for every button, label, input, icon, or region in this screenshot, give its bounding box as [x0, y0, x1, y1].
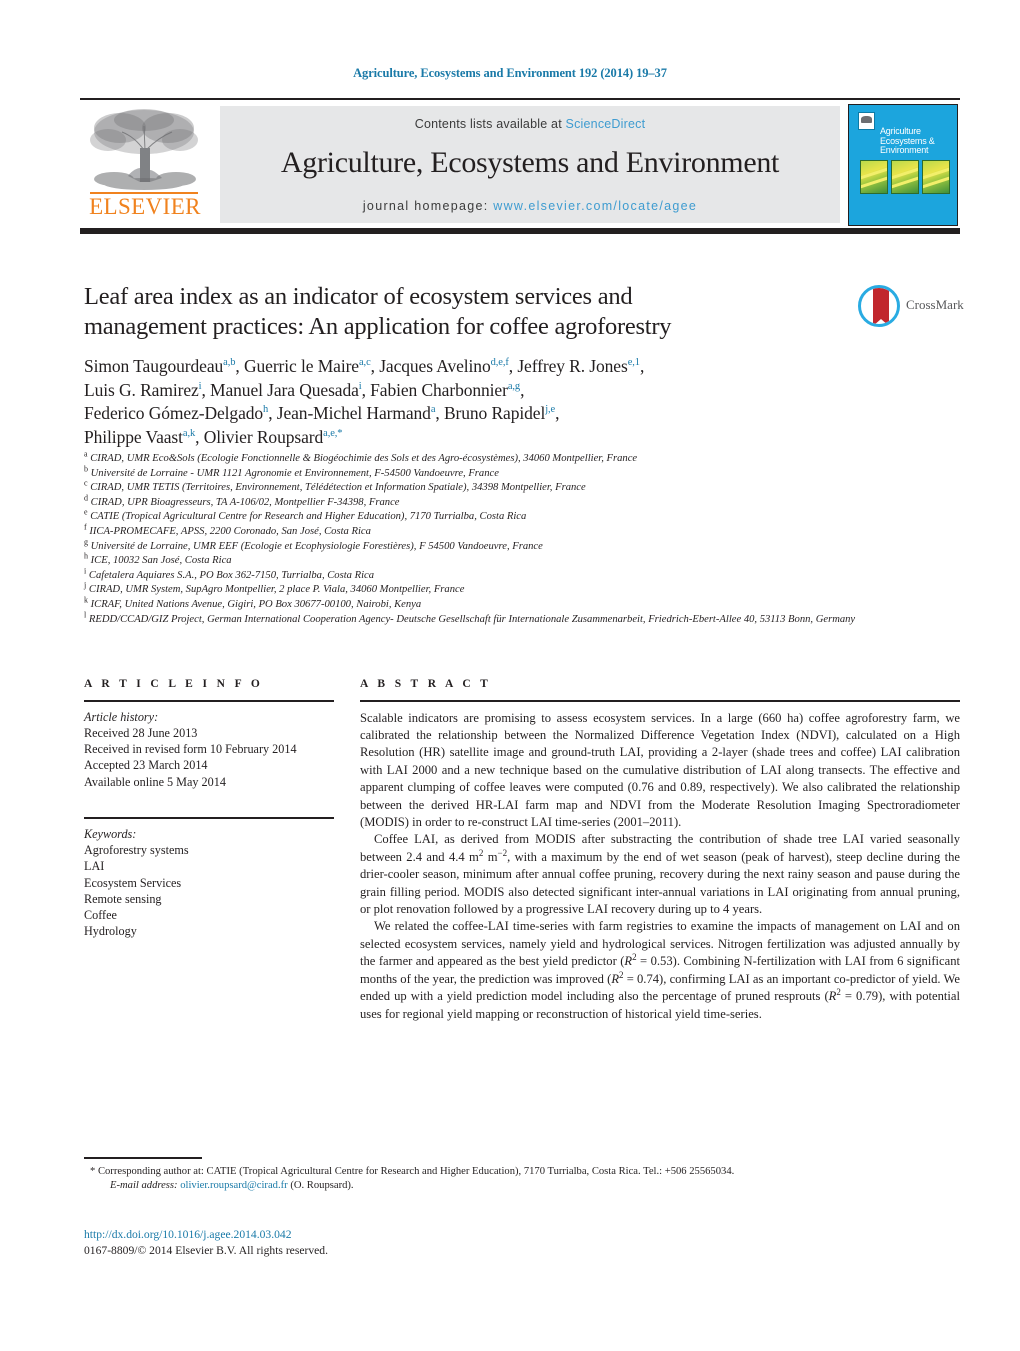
- affiliation-item: f IICA-PROMECAFE, APSS, 2200 Coronado, S…: [84, 522, 371, 537]
- affiliation-item: d CIRAD, UPR Bioagresseurs, TA A-106/02,…: [84, 493, 400, 508]
- author-line: Luis G. Ramirezi, Manuel Jara Quesadai, …: [84, 379, 525, 400]
- title-block: Leaf area index as an indicator of ecosy…: [84, 282, 804, 449]
- history-item: Received in revised form 10 February 201…: [84, 742, 297, 757]
- article-info-rule-top: [84, 700, 334, 702]
- crossmark-badge[interactable]: CrossMark: [858, 283, 964, 329]
- abstract-body: Scalable indicators are promising to ass…: [360, 710, 960, 1023]
- affiliation-item: c CIRAD, UMR TETIS (Territoires, Environ…: [84, 478, 586, 494]
- journal-title: Agriculture, Ecosystems and Environment: [280, 146, 780, 179]
- email-address-label: E-mail address:: [110, 1180, 178, 1192]
- article-info-rule-mid: [84, 817, 334, 819]
- sciencedirect-link[interactable]: ScienceDirect: [566, 117, 646, 131]
- keywords-block: Keywords: Agroforestry systems LAI Ecosy…: [84, 826, 334, 940]
- author-line: Simon Taugourdeaua,b, Guerric le Mairea,…: [84, 356, 645, 376]
- journal-banner: Contents lists available at ScienceDirec…: [220, 106, 840, 223]
- contents-prefix: Contents lists available at: [414, 117, 566, 131]
- article-history-block: Article history: Received 28 June 2013 R…: [84, 709, 334, 790]
- copyright-line: 0167-8809/© 2014 Elsevier B.V. All right…: [84, 1244, 328, 1257]
- article-history-label: Article history:: [84, 709, 159, 724]
- affiliation-item: b Université de Lorraine - UMR 1121 Agro…: [84, 464, 499, 479]
- elsevier-wordmark: ELSEVIER: [89, 194, 201, 219]
- doi-block: http://dx.doi.org/10.1016/j.agee.2014.03…: [84, 1227, 328, 1259]
- journal-homepage-link[interactable]: www.elsevier.com/locate/agee: [493, 199, 697, 213]
- journal-cover-thumbnail: Agriculture Ecosystems & Environment: [848, 104, 958, 226]
- keywords-label: Keywords:: [84, 826, 137, 841]
- elsevier-logo: ELSEVIER: [82, 106, 208, 224]
- journal-homepage-line: journal homepage: www.elsevier.com/locat…: [220, 199, 840, 213]
- masthead-bottom-rule: [80, 228, 960, 234]
- keyword-item: LAI: [84, 859, 105, 874]
- abstract-paragraph: Scalable indicators are promising to ass…: [360, 710, 960, 830]
- cover-photo-3: [922, 160, 950, 194]
- keyword-item: Hydrology: [84, 924, 137, 939]
- abstract-heading: A B S T R A C T: [360, 678, 492, 690]
- doi-link[interactable]: http://dx.doi.org/10.1016/j.agee.2014.03…: [84, 1227, 328, 1243]
- affiliation-item: j CIRAD, UMR System, SupAgro Montpellier…: [84, 580, 465, 596]
- email-suffix: (O. Roupsard).: [290, 1180, 354, 1192]
- journal-masthead: ELSEVIER Contents lists available at Sci…: [80, 98, 960, 234]
- cover-title-text: Agriculture Ecosystems & Environment: [880, 126, 935, 155]
- history-item: Available online 5 May 2014: [84, 774, 226, 789]
- cover-photo-strip: [860, 160, 950, 194]
- page-title: Leaf area index as an indicator of ecosy…: [84, 282, 804, 342]
- cover-photo-1: [860, 160, 888, 194]
- keyword-item: Ecosystem Services: [84, 875, 182, 890]
- page-footer: * Corresponding author at: CATIE (Tropic…: [84, 1157, 964, 1257]
- author-list: Simon Taugourdeaua,b, Guerric le Mairea,…: [84, 355, 804, 449]
- cover-photo-2: [891, 160, 919, 194]
- contents-lists-line: Contents lists available at ScienceDirec…: [220, 117, 840, 131]
- homepage-prefix: journal homepage:: [362, 199, 494, 213]
- abstract-paragraph: We related the coffee-LAI time-series wi…: [360, 919, 961, 1021]
- affiliation-item: i Cafetalera Aquiares S.A., PO Box 362-7…: [84, 566, 375, 581]
- keyword-item: Remote sensing: [84, 891, 162, 906]
- abstract-column: A B S T R A C T Scalable indicators are …: [360, 678, 960, 1023]
- author-line: Philippe Vaasta,k, Olivier Roupsarda,e,*: [84, 426, 343, 447]
- title-line-2: management practices: An application for…: [84, 313, 672, 340]
- masthead-top-rule: [80, 98, 960, 100]
- article-info-heading: A R T I C L E I N F O: [84, 678, 264, 690]
- affiliation-item: h ICE, 10032 San José, Costa Rica: [84, 551, 232, 567]
- email-line: E-mail address: olivier.roupsard@cirad.f…: [90, 1179, 964, 1194]
- affiliation-item: k ICRAF, United Nations Avenue, Gigiri, …: [84, 595, 422, 610]
- crossmark-bookmark-shape: [873, 288, 889, 324]
- running-head: Agriculture, Ecosystems and Environment …: [353, 66, 667, 80]
- history-item: Accepted 23 March 2014: [84, 758, 208, 773]
- keyword-item: Agroforestry systems: [84, 842, 189, 857]
- crossmark-icon: [858, 285, 900, 327]
- abstract-rule: [360, 700, 960, 702]
- paper-page: Agriculture, Ecosystems and Environment …: [0, 0, 1020, 1351]
- article-info-column: A R T I C L E I N F O Article history: R…: [84, 678, 334, 940]
- affiliation-item: l REDD/CCAD/GIZ Project, German Internat…: [84, 610, 856, 625]
- corresponding-author-text: * Corresponding author at: CATIE (Tropic…: [90, 1165, 735, 1177]
- cover-elsevier-icon: [858, 112, 875, 130]
- affiliation-item: a CIRAD, UMR Eco&Sols (Ecologie Fonction…: [84, 449, 638, 464]
- elsevier-tree-icon: [90, 109, 198, 190]
- affiliation-item: g Université de Lorraine, UMR EEF (Ecolo…: [84, 537, 543, 552]
- affiliation-list: a CIRAD, UMR Eco&Sols (Ecologie Fonction…: [84, 449, 964, 627]
- title-line-1: Leaf area index as an indicator of ecosy…: [84, 283, 633, 310]
- history-item: Received 28 June 2013: [84, 725, 198, 740]
- footnote-rule: [84, 1157, 202, 1159]
- author-line: Federico Gómez-Delgadoh, Jean-Michel Har…: [84, 403, 560, 423]
- corresponding-author-note: * Corresponding author at: CATIE (Tropic…: [84, 1165, 964, 1194]
- abstract-paragraph: Coffee LAI, as derived from MODIS after …: [360, 832, 961, 917]
- crossmark-label: CrossMark: [906, 297, 964, 312]
- email-link[interactable]: olivier.roupsard@cirad.fr: [180, 1180, 287, 1191]
- affiliation-item: e CATIE (Tropical Agricultural Centre fo…: [84, 507, 527, 523]
- keyword-item: Coffee: [84, 908, 117, 923]
